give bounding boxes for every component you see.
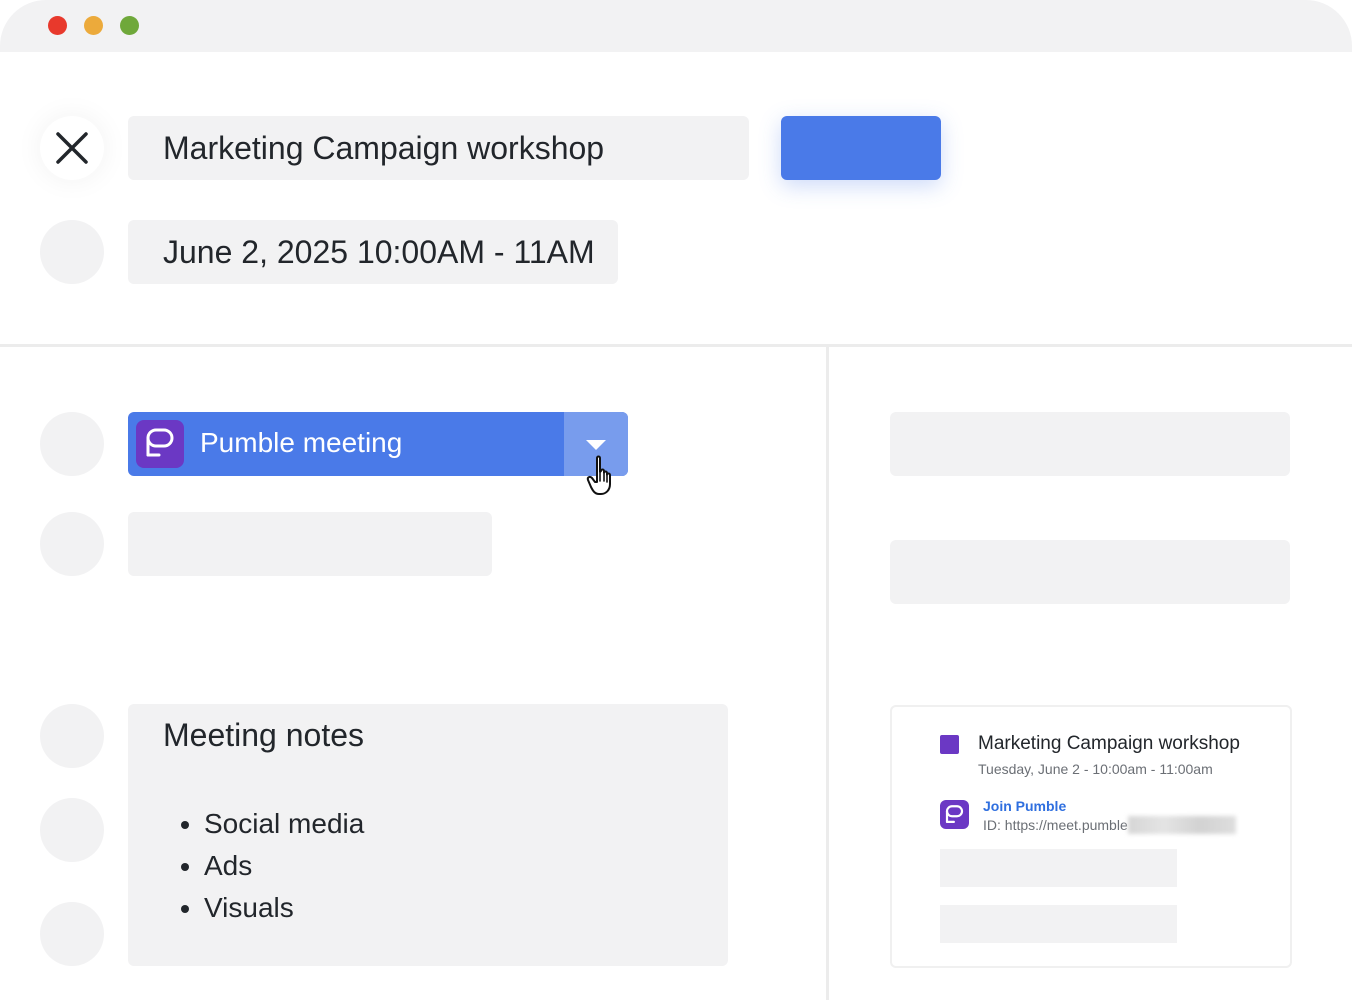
conferencing-selected-label: Pumble meeting: [200, 427, 403, 458]
pumble-logo-icon: [940, 800, 969, 829]
window-minimize-dot[interactable]: [84, 16, 103, 35]
window-titlebar: [0, 0, 1352, 52]
conferencing-icon-placeholder: [40, 412, 104, 476]
list-item: Social media: [204, 808, 364, 850]
right-field-placeholder-2[interactable]: [890, 540, 1290, 604]
pumble-logo-icon: [136, 420, 184, 468]
field-placeholder[interactable]: [128, 512, 492, 576]
redacted-blur: [1127, 816, 1236, 834]
close-icon: [56, 132, 88, 164]
event-title-value: Marketing Campaign workshop: [163, 129, 605, 166]
list-item: Ads: [204, 850, 364, 892]
window-close-dot[interactable]: [48, 16, 67, 35]
save-button[interactable]: [781, 116, 941, 180]
hand-pointer-cursor-icon: [586, 455, 611, 495]
meeting-notes-editor[interactable]: Meeting notes Social media Ads Visuals: [128, 704, 728, 966]
preview-title: Marketing Campaign workshop: [978, 733, 1240, 754]
list-item: Visuals: [204, 892, 364, 934]
meeting-notes-title: Meeting notes: [163, 717, 365, 753]
column-divider: [826, 347, 829, 1000]
meeting-id-text: ID: https://meet.pumble: [983, 816, 1236, 834]
notes-icon-placeholder-3: [40, 902, 104, 966]
preview-placeholder-1: [940, 849, 1177, 887]
notes-icon-placeholder-2: [40, 798, 104, 862]
conferencing-select[interactable]: Pumble meeting: [128, 412, 628, 476]
join-pumble-link[interactable]: Join Pumble: [983, 798, 1066, 814]
preview-time: Tuesday, June 2 - 10:00am - 11:00am: [978, 761, 1213, 777]
event-title-input[interactable]: Marketing Campaign workshop: [128, 116, 749, 180]
calendar-color-icon: [940, 735, 959, 754]
right-field-placeholder-1[interactable]: [890, 412, 1290, 476]
caret-down-icon: [586, 440, 606, 450]
event-preview-card: Marketing Campaign workshop Tuesday, Jun…: [890, 705, 1292, 968]
window-maximize-dot[interactable]: [120, 16, 139, 35]
preview-placeholder-2: [940, 905, 1177, 943]
event-datetime-field[interactable]: June 2, 2025 10:00AM - 11AM: [128, 220, 618, 284]
meeting-notes-list: Social media Ads Visuals: [128, 808, 364, 934]
event-datetime-value: June 2, 2025 10:00AM - 11AM: [163, 233, 595, 270]
datetime-icon-placeholder: [40, 220, 104, 284]
meeting-id-value: ID: https://meet.pumble: [983, 817, 1128, 833]
section-divider: [0, 344, 1352, 347]
notes-icon-placeholder: [40, 704, 104, 768]
field-icon-placeholder: [40, 512, 104, 576]
close-button[interactable]: [40, 116, 104, 180]
